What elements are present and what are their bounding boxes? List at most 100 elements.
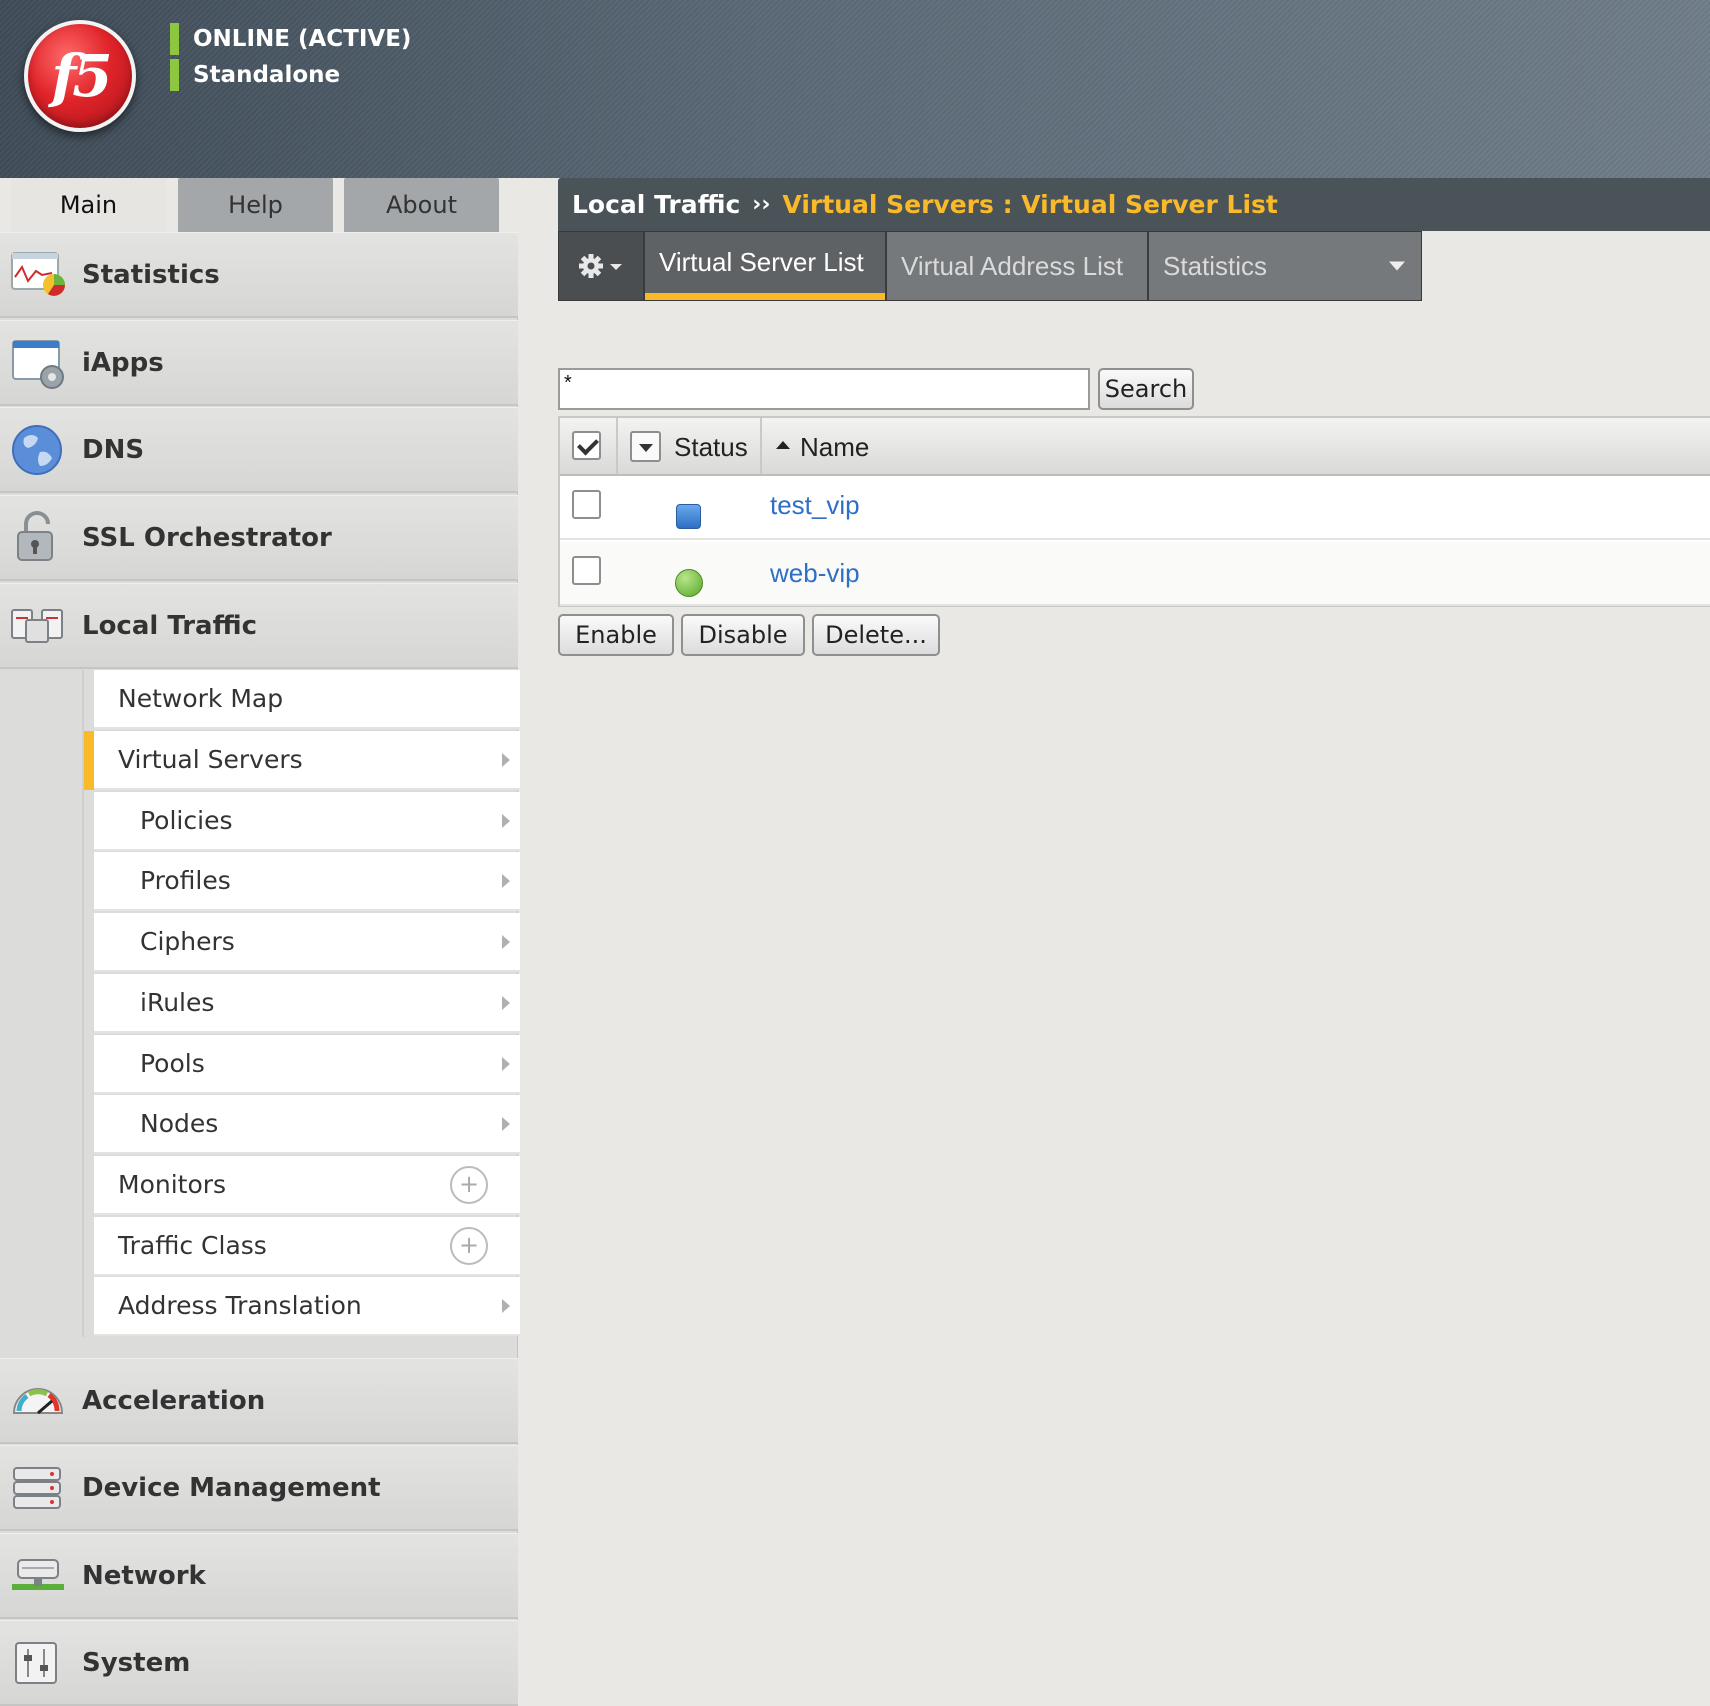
subnav-item-address-translation[interactable]: Address Translation: [94, 1277, 520, 1336]
column-status[interactable]: Status: [674, 432, 748, 463]
subnav-label: Pools: [140, 1049, 205, 1078]
tab-virtual-address-list[interactable]: Virtual Address List: [885, 232, 1147, 300]
lock-icon: [17, 510, 53, 561]
sidebar-item-ssl-orchestrator[interactable]: SSL Orchestrator: [0, 495, 518, 581]
row-checkbox[interactable]: [572, 556, 601, 585]
globe-icon: [12, 424, 62, 475]
subnav-item-traffic-class[interactable]: Traffic Class +: [94, 1217, 520, 1276]
subnav-item-monitors[interactable]: Monitors +: [94, 1156, 520, 1215]
device-mode: Standalone: [170, 58, 340, 92]
chevron-right-icon[interactable]: [502, 873, 510, 888]
status-available-icon: [675, 569, 703, 597]
search-input[interactable]: *: [558, 368, 1090, 410]
subnav-label: Policies: [140, 806, 233, 835]
sidebar-label-device-management: Device Management: [82, 1472, 381, 1503]
subnav-item-policies[interactable]: Policies: [94, 792, 520, 851]
subnav-label: Profiles: [140, 866, 231, 895]
chevron-right-icon[interactable]: [502, 1298, 510, 1313]
tab-main[interactable]: Main: [11, 178, 166, 232]
sidebar-item-local-traffic[interactable]: Local Traffic: [0, 583, 518, 669]
tab-label: Statistics: [1163, 250, 1268, 281]
device-status: ONLINE (ACTIVE): [170, 22, 411, 56]
subnav-item-ciphers[interactable]: Ciphers: [94, 913, 520, 972]
server-stack-icon: [13, 1466, 61, 1509]
subtab-bar: Virtual Server List Virtual Address List…: [558, 231, 1422, 301]
column-name[interactable]: Name: [800, 432, 869, 463]
tab-help[interactable]: Help: [178, 178, 333, 232]
header-banner: f5 ONLINE (ACTIVE) Standalone: [0, 0, 1710, 178]
chevron-right-icon[interactable]: [502, 813, 510, 828]
sidebar-item-network[interactable]: Network: [0, 1533, 518, 1619]
sidebar-label-dns: DNS: [82, 434, 145, 465]
subnav-label: Monitors: [118, 1170, 227, 1199]
breadcrumb-separator-icon: ››: [752, 192, 771, 217]
status-text: ONLINE (ACTIVE): [193, 26, 412, 52]
tab-label: Virtual Address List: [901, 250, 1124, 281]
chevron-right-icon[interactable]: [502, 995, 510, 1010]
gear-icon: [579, 254, 622, 278]
sidebar-label-acceleration: Acceleration: [82, 1385, 266, 1416]
sidebar-label-local-traffic: Local Traffic: [82, 610, 258, 641]
subnav-label: Traffic Class: [118, 1231, 267, 1260]
table-row: web-vip: [560, 542, 1710, 606]
tab-about[interactable]: About: [344, 178, 499, 232]
sidebar-label-statistics: Statistics: [82, 259, 220, 290]
subnav-item-virtual-servers[interactable]: Virtual Servers: [84, 731, 520, 790]
column-divider: [760, 418, 762, 474]
chevron-right-icon[interactable]: [502, 934, 510, 949]
subnav-label: Ciphers: [140, 927, 235, 956]
subnav-item-profiles[interactable]: Profiles: [94, 852, 520, 911]
virtual-server-link[interactable]: test_vip: [770, 490, 860, 521]
tab-virtual-server-list[interactable]: Virtual Server List: [645, 232, 885, 300]
add-monitor-icon[interactable]: +: [450, 1165, 488, 1204]
gear-menu-button[interactable]: [559, 232, 645, 300]
sort-ascending-icon: [776, 441, 790, 449]
local-traffic-icon: [11, 608, 63, 643]
select-all-checkbox[interactable]: [572, 431, 601, 460]
f5-logo[interactable]: f5: [24, 20, 136, 132]
tab-label: Virtual Server List: [659, 247, 864, 277]
tab-statistics[interactable]: Statistics: [1147, 232, 1421, 300]
column-divider: [616, 418, 618, 474]
subnav-item-irules[interactable]: iRules: [94, 974, 520, 1033]
chevron-right-icon[interactable]: [502, 1056, 510, 1071]
subnav-item-nodes[interactable]: Nodes: [94, 1095, 520, 1154]
status-indicator-icon: [170, 23, 179, 55]
breadcrumb: Local Traffic ›› Virtual Servers : Virtu…: [558, 178, 1710, 231]
iapps-icon: [12, 339, 64, 389]
search-button[interactable]: Search: [1098, 368, 1194, 410]
row-checkbox[interactable]: [572, 490, 601, 519]
subnav-label: Virtual Servers: [118, 745, 303, 774]
sidebar-item-dns[interactable]: DNS: [0, 407, 518, 493]
delete-button[interactable]: Delete...: [812, 614, 940, 656]
breadcrumb-root[interactable]: Local Traffic: [572, 190, 740, 219]
subnav-item-network-map[interactable]: Network Map: [94, 670, 520, 729]
statistics-icon: [11, 251, 65, 296]
subnav-label: Address Translation: [118, 1291, 362, 1320]
mode-text: Standalone: [193, 62, 341, 88]
table-header: Status Name: [560, 418, 1710, 476]
chevron-right-icon[interactable]: [502, 1116, 510, 1131]
sidebar-item-iapps[interactable]: iApps: [0, 320, 518, 406]
virtual-server-link[interactable]: web-vip: [770, 558, 860, 589]
chevron-right-icon[interactable]: [502, 752, 510, 767]
sidebar-item-system[interactable]: System: [0, 1620, 518, 1706]
local-traffic-subnav: Network Map Virtual Servers Policies Pro…: [82, 670, 520, 1337]
chevron-down-icon[interactable]: [1389, 261, 1405, 271]
subnav-label: iRules: [140, 988, 215, 1017]
disable-button[interactable]: Disable: [681, 614, 805, 656]
gauge-icon: [12, 1387, 64, 1414]
add-traffic-class-icon[interactable]: +: [450, 1226, 488, 1265]
sidebar: Statistics iApps DNS SSL Orchestrator Lo…: [0, 232, 520, 1706]
column-options-button[interactable]: [630, 431, 661, 462]
subnav-item-pools[interactable]: Pools: [94, 1035, 520, 1094]
sidebar-item-acceleration[interactable]: Acceleration: [0, 1358, 518, 1444]
subnav-label: Nodes: [140, 1109, 219, 1138]
sidebar-item-device-management[interactable]: Device Management: [0, 1445, 518, 1531]
enable-button[interactable]: Enable: [558, 614, 674, 656]
status-unknown-icon: [676, 504, 701, 529]
virtual-server-table: Status Name test_vip web-vip: [558, 416, 1710, 607]
chevron-down-icon: [639, 444, 653, 452]
sidebar-item-statistics[interactable]: Statistics: [0, 232, 518, 318]
sidebar-label-iapps: iApps: [82, 347, 164, 378]
